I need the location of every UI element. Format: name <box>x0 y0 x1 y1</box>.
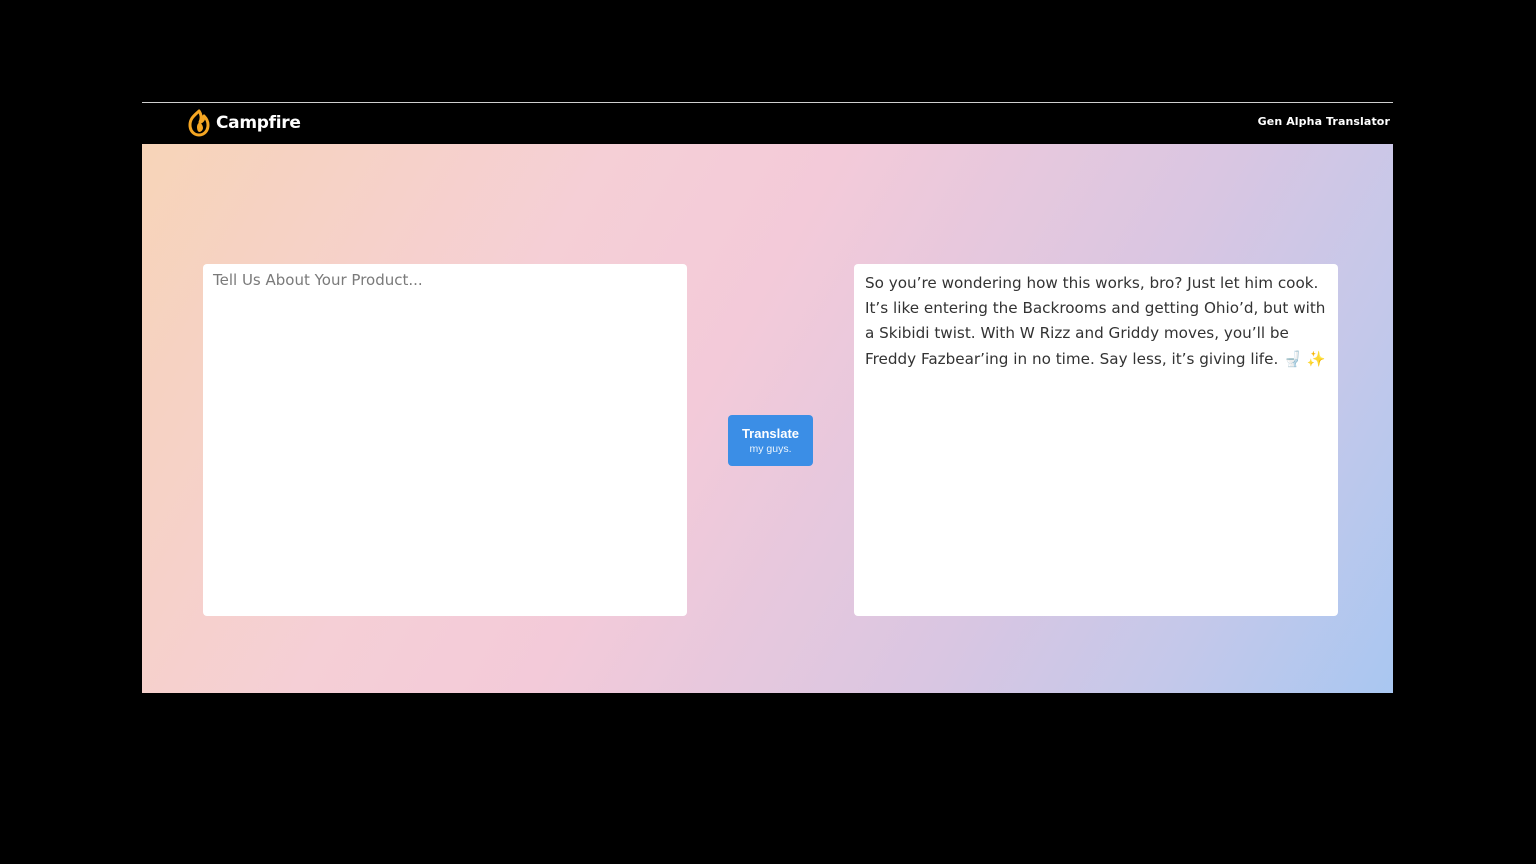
translate-button-label: Translate <box>741 425 800 441</box>
product-input[interactable] <box>203 264 687 616</box>
output-panel: So you’re wondering how this works, bro?… <box>854 264 1338 616</box>
output-text: So you’re wondering how this works, bro?… <box>865 274 1326 368</box>
nav-link-gen-alpha-translator[interactable]: Gen Alpha Translator <box>1258 115 1390 128</box>
campfire-flame-icon <box>188 109 210 137</box>
brand-logo[interactable]: Campfire <box>186 108 301 138</box>
brand-name: Campfire <box>216 113 301 133</box>
main-stage: Translate my guys. So you’re wondering h… <box>142 144 1393 693</box>
translate-button[interactable]: Translate my guys. <box>728 415 813 466</box>
navbar: Campfire Gen Alpha Translator <box>142 103 1393 144</box>
app-window: Campfire Gen Alpha Translator Translate … <box>142 102 1393 693</box>
input-panel <box>203 264 687 616</box>
translate-button-sublabel: my guys. <box>749 442 792 455</box>
